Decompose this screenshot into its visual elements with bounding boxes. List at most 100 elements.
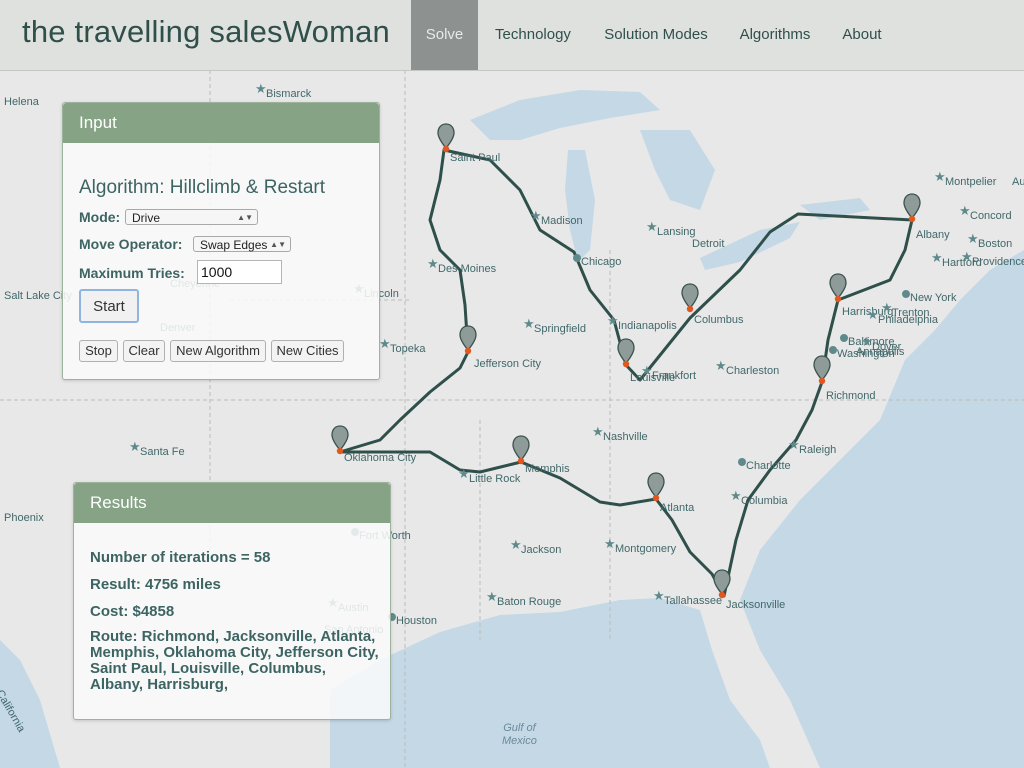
city-label: Springfield: [534, 323, 586, 335]
city-label: Montpelier: [945, 176, 997, 188]
city-dot-icon: [738, 458, 746, 466]
capital-star-icon: ★: [730, 488, 742, 503]
city-label: Providence: [972, 256, 1024, 268]
capital-star-icon: ★: [592, 424, 604, 439]
nav-technology[interactable]: Technology: [486, 0, 580, 70]
max-tries-label: Maximum Tries:: [79, 265, 185, 281]
capital-star-icon: ★: [934, 169, 946, 184]
city-label: Saint Paul: [450, 152, 501, 164]
city-label: Columbus: [694, 314, 744, 326]
chevron-updown-icon: ▲▼: [270, 240, 286, 249]
map-pin-icon[interactable]: [616, 337, 636, 369]
top-navbar: the travelling salesWoman Solve Technolo…: [0, 0, 1024, 71]
capital-star-icon: ★: [788, 437, 800, 452]
capital-star-icon: ★: [715, 358, 727, 373]
city-label: Charlotte: [746, 460, 791, 472]
city-dot-icon: [902, 290, 910, 298]
capital-star-icon: ★: [379, 336, 391, 351]
city-label: Phoenix: [4, 512, 44, 524]
nav-solve[interactable]: Solve: [411, 0, 478, 70]
results-panel-header: Results: [74, 483, 390, 523]
new-cities-button[interactable]: New Cities: [271, 340, 344, 362]
city-dot-icon: [829, 346, 837, 354]
move-operator-value: Swap Edges: [200, 238, 268, 252]
move-operator-label: Move Operator:: [79, 236, 183, 252]
city-label: Indianapolis: [618, 320, 677, 332]
city-label: Topeka: [390, 343, 426, 355]
city-label: Lansing: [657, 226, 696, 238]
city-label: Albany: [916, 229, 950, 241]
brand-title[interactable]: the travelling salesWoman: [22, 14, 390, 50]
input-panel: Input Algorithm: Hillclimb & Restart Mod…: [62, 102, 380, 380]
capital-star-icon: ★: [604, 536, 616, 551]
map-pin-icon[interactable]: [330, 424, 350, 456]
city-label: Columbia: [741, 495, 788, 507]
map-pin-icon[interactable]: [646, 471, 666, 503]
city-dot-icon: [573, 254, 581, 262]
map-pin-icon[interactable]: [828, 272, 848, 304]
map-pin-icon[interactable]: [511, 434, 531, 466]
city-label: Jefferson City: [474, 358, 542, 370]
capital-star-icon: ★: [931, 250, 943, 265]
city-label: Concord: [970, 210, 1012, 222]
capital-star-icon: ★: [129, 439, 141, 454]
city-label: Memphis: [525, 463, 570, 475]
city-label: Raleigh: [799, 444, 837, 456]
city-dot-icon: [840, 334, 848, 342]
nav-algorithms[interactable]: Algorithms: [732, 0, 818, 70]
capital-star-icon: ★: [646, 219, 658, 234]
city-label: Detroit: [692, 238, 725, 250]
algorithm-title: Algorithm: Hillclimb & Restart: [79, 177, 325, 198]
city-label: Jacksonville: [726, 599, 786, 611]
capital-star-icon: ★: [458, 466, 470, 481]
capital-star-icon: ★: [607, 313, 619, 328]
chevron-updown-icon: ▲▼: [237, 213, 253, 222]
capital-star-icon: ★: [486, 589, 498, 604]
city-label: Frankfort: [652, 370, 697, 382]
capital-star-icon: ★: [255, 81, 267, 96]
capital-star-icon: ★: [641, 363, 653, 378]
nav-about[interactable]: About: [832, 0, 892, 70]
stop-button[interactable]: Stop: [79, 340, 118, 362]
start-button[interactable]: Start: [79, 289, 139, 323]
map-pin-icon[interactable]: [436, 122, 456, 154]
city-label: Little Rock: [469, 473, 521, 485]
input-panel-header: Input: [63, 103, 379, 143]
mode-select[interactable]: Drive ▲▼: [125, 209, 258, 225]
capital-star-icon: ★: [961, 249, 973, 264]
city-label: Nashville: [603, 431, 648, 443]
new-algorithm-button[interactable]: New Algorithm: [170, 340, 266, 362]
city-label: Baton Rouge: [497, 596, 562, 608]
city-label: Richmond: [826, 390, 876, 402]
capital-star-icon: ★: [967, 231, 979, 246]
city-label: Madison: [541, 215, 583, 227]
city-label: Boston: [978, 238, 1013, 250]
city-label: Charleston: [726, 365, 780, 377]
city-label: Montgomery: [615, 543, 677, 555]
mode-label: Mode:: [79, 209, 121, 225]
capital-star-icon: ★: [959, 203, 971, 218]
clear-button[interactable]: Clear: [123, 340, 165, 362]
capital-star-icon: ★: [867, 307, 879, 322]
capital-star-icon: ★: [523, 316, 535, 331]
city-label: Houston: [396, 615, 437, 627]
map-pin-icon[interactable]: [680, 282, 700, 314]
map-pin-icon[interactable]: [902, 192, 922, 224]
move-operator-select[interactable]: Swap Edges ▲▼: [193, 236, 291, 252]
cost-text: Cost: $4858: [90, 603, 175, 620]
city-label: Oklahoma City: [344, 452, 417, 464]
capital-star-icon: ★: [427, 256, 439, 271]
results-panel: Results Number of iterations = 58 Result…: [73, 482, 391, 720]
city-label: Des Moines: [438, 263, 497, 275]
iterations-text: Number of iterations = 58: [90, 549, 271, 566]
city-label: Philadelphia: [878, 314, 938, 326]
city-label: Atlanta: [660, 502, 695, 514]
city-label: New York: [910, 292, 957, 304]
map-pin-icon[interactable]: [458, 324, 478, 356]
map-pin-icon[interactable]: [812, 354, 832, 386]
city-label: Au: [1012, 176, 1024, 188]
max-tries-input[interactable]: 1000: [197, 260, 282, 284]
capital-star-icon: ★: [653, 588, 665, 603]
nav-solution-modes[interactable]: Solution Modes: [596, 0, 716, 70]
map-pin-icon[interactable]: [712, 568, 732, 600]
